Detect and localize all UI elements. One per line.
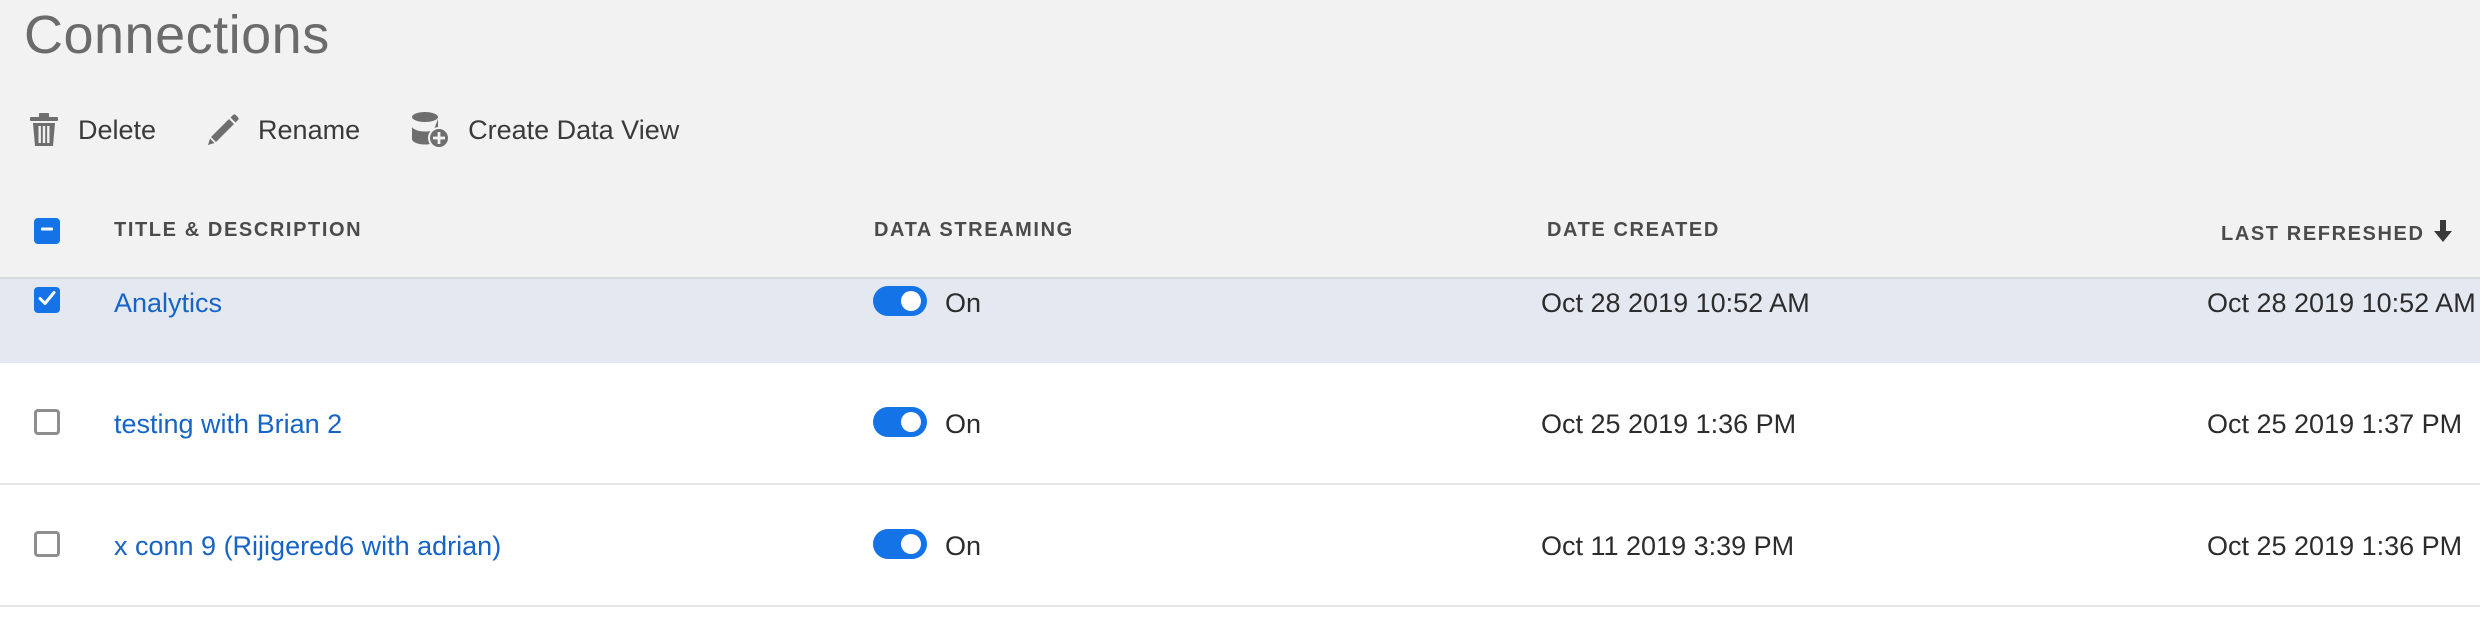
column-header-streaming[interactable]: DATA STREAMING <box>874 219 1074 242</box>
row-checkbox[interactable] <box>34 531 60 557</box>
select-all-checkbox[interactable] <box>34 218 60 244</box>
create-data-view-label: Create Data View <box>468 114 680 145</box>
column-header-created[interactable]: DATE CREATED <box>1547 219 1720 242</box>
page-title: Connections <box>24 5 330 65</box>
streaming-status: On <box>945 531 982 561</box>
minus-icon <box>39 221 55 242</box>
delete-button[interactable]: Delete <box>28 112 156 148</box>
connection-title-link[interactable]: testing with Brian 2 <box>114 409 342 440</box>
date-created: Oct 11 2019 3:39 PM <box>1541 531 1795 561</box>
checkmark-icon <box>38 290 56 311</box>
delete-label: Delete <box>78 114 157 145</box>
table-row[interactable]: Analytics On Oct 28 2019 10:52 AM Oct 28… <box>0 279 2480 363</box>
table-row[interactable]: x conn 9 (Rijigered6 with adrian) On Oct… <box>0 485 2480 607</box>
row-checkbox[interactable] <box>34 409 60 435</box>
date-created: Oct 25 2019 1:36 PM <box>1541 409 1797 439</box>
column-header-refreshed-label: LAST REFRESHED <box>2221 222 2425 245</box>
sort-descending-icon <box>2433 219 2453 249</box>
streaming-status: On <box>945 409 982 439</box>
last-refreshed: Oct 25 2019 1:36 PM <box>2207 531 2463 561</box>
header-area: Connections Delete Rename Create Data Vi… <box>0 0 2480 279</box>
data-streaming-toggle[interactable] <box>873 529 927 559</box>
column-header-refreshed[interactable]: LAST REFRESHED <box>2221 219 2453 249</box>
create-data-view-button[interactable]: Create Data View <box>410 111 679 149</box>
last-refreshed: Oct 28 2019 10:52 AM <box>2207 288 2476 318</box>
database-add-icon <box>410 111 451 149</box>
data-streaming-toggle[interactable] <box>873 407 927 437</box>
connection-title-link[interactable]: Analytics <box>114 288 222 319</box>
pencil-icon <box>206 113 240 147</box>
date-created: Oct 28 2019 10:52 AM <box>1541 288 1810 318</box>
last-refreshed: Oct 25 2019 1:37 PM <box>2207 409 2463 439</box>
column-header-title[interactable]: TITLE & DESCRIPTION <box>114 219 362 242</box>
streaming-status: On <box>945 288 982 318</box>
rename-label: Rename <box>258 114 361 145</box>
connection-title-link[interactable]: x conn 9 (Rijigered6 with adrian) <box>114 531 501 562</box>
trash-icon <box>28 112 60 148</box>
row-checkbox[interactable] <box>34 287 60 313</box>
rename-button[interactable]: Rename <box>206 113 360 147</box>
toolbar: Delete Rename Create Data View <box>28 106 729 154</box>
data-streaming-toggle[interactable] <box>873 286 927 316</box>
table-row[interactable]: testing with Brian 2 On Oct 25 2019 1:36… <box>0 363 2480 485</box>
